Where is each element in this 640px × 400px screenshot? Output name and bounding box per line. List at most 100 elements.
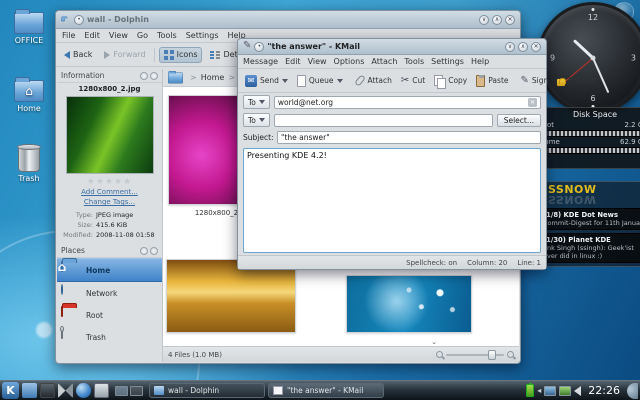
copy-button[interactable]: Copy [431,73,470,89]
pager-desktop-1[interactable] [115,386,128,396]
display-tray-icon[interactable] [544,386,556,396]
file-cabinet-icon[interactable] [94,383,109,398]
analog-clock-widget[interactable]: 12 3 6 9 [537,2,640,114]
to-recipient-combo[interactable]: To [243,113,270,127]
window-menu-icon[interactable]: • [74,15,84,25]
breadcrumb-item-home[interactable]: Home [201,73,225,82]
menu-settings[interactable]: Settings [431,57,464,66]
forward-button[interactable]: Forward [100,48,149,61]
task-button-dolphin[interactable]: wall - Dolphin [149,383,265,398]
places-item-network[interactable]: Network [57,282,162,304]
menu-message[interactable]: Message [243,57,278,66]
volume-icon[interactable] [574,386,581,396]
paste-button[interactable]: Paste [473,73,511,89]
minimize-icon[interactable]: ∨ [505,42,515,52]
icons-view-button[interactable]: Icons [159,47,203,63]
maximize-icon[interactable]: ∧ [518,42,528,52]
battery-icon[interactable] [526,384,534,397]
zoom-slider-track[interactable] [446,354,504,356]
breadcrumb-root-icon[interactable] [168,72,183,83]
rating-stars[interactable]: ★★★★★ [57,177,162,187]
network-tray-icon[interactable] [559,386,571,396]
wallpaper-thumbnail-landscape[interactable] [166,259,296,333]
menu-file[interactable]: File [62,31,75,40]
change-tags-link[interactable]: Change Tags... [57,197,162,207]
wallpaper-orb-small [36,322,52,338]
back-arrow-icon [64,51,70,59]
to-address-field-2[interactable] [274,114,493,127]
select-recipient-button[interactable]: Select... [497,114,541,127]
panel-cashew-icon[interactable] [627,383,638,399]
menu-help[interactable]: Help [471,57,489,66]
queue-button[interactable]: Queue [294,73,346,89]
scrollbar-down-icon[interactable]: ⌄ [431,338,437,346]
system-launcher-icon[interactable] [22,383,37,398]
kmail-window[interactable]: ✎ • "the answer" - KMail ∨ ∧ ✕ Message E… [237,38,547,270]
menu-view[interactable]: View [109,31,128,40]
desktop-icon-trash[interactable]: Trash [6,146,52,183]
meta-label: Modified: [60,231,96,239]
menu-attach[interactable]: Attach [371,57,397,66]
attach-button[interactable]: Attach [352,73,395,88]
menu-edit[interactable]: Edit [84,31,100,40]
dolphin-titlebar[interactable]: • wall - Dolphin ∨ ∧ ✕ [56,11,520,29]
zoom-slider-handle[interactable] [488,350,496,360]
rssnow-widget[interactable]: RSSNOW RSSNOW (1/8) KDE Dot News Commit-… [534,181,640,267]
panel-close-icon[interactable] [150,247,158,255]
kmail-titlebar[interactable]: ✎ • "the answer" - KMail ∨ ∧ ✕ [238,39,546,55]
panel-close-icon[interactable] [150,72,158,80]
to-recipient-combo[interactable]: To [243,95,270,109]
desktop-icon-label: Home [6,104,52,113]
menu-settings[interactable]: Settings [186,31,219,40]
back-button[interactable]: Back [60,48,96,61]
sign-button[interactable]: ✎ Sign [518,74,552,88]
cut-button[interactable]: ✂ Cut [398,74,428,88]
places-item-trash[interactable]: Trash [57,326,162,348]
system-settings-icon[interactable] [58,383,73,398]
desktop-icon-office[interactable]: OFFICE [6,12,52,45]
disk-space-widget[interactable]: Disk Space root 2.2 GiB home 62.9 GiB [534,107,640,169]
disk-usage-bar [540,130,640,137]
to-address-field[interactable]: world@net.org ✕ [274,96,541,109]
rss-feed-item[interactable]: (1/8) KDE Dot News Commit-Digest for 11t… [539,208,640,230]
zoom-slider[interactable] [436,351,514,358]
subject-field[interactable]: "the answer" [277,131,541,144]
menu-tools[interactable]: Tools [404,57,424,66]
menu-options[interactable]: Options [334,57,365,66]
desktop-icon-home[interactable]: ⌂ Home [6,80,52,113]
rss-feed-text: ank Singh (ssingh): Geek'ist ever did in… [543,244,640,260]
window-menu-icon[interactable]: • [254,42,264,52]
tray-expander-icon[interactable]: ◂ [537,386,541,395]
digital-clock[interactable]: 22:26 [584,384,624,397]
mail-icon [273,386,283,395]
zoom-in-icon[interactable] [507,351,514,358]
encrypt-button[interactable]: Encrypt [554,73,600,88]
close-icon[interactable]: ✕ [505,15,515,25]
menu-view[interactable]: View [308,57,327,66]
kmenu-launcher-icon[interactable]: K [2,382,19,399]
menu-go[interactable]: Go [137,31,148,40]
send-button[interactable]: ✉ Send [242,73,291,89]
places-item-home[interactable]: ⌂ Home [57,258,162,282]
clear-field-icon[interactable]: ✕ [528,98,537,107]
browser-globe-icon[interactable] [76,383,91,398]
subject-label: Subject: [243,133,273,142]
close-icon[interactable]: ✕ [531,42,541,52]
panel-float-icon[interactable] [140,72,148,80]
maximize-icon[interactable]: ∧ [492,15,502,25]
message-body-editor[interactable]: Presenting KDE 4.2! [243,148,541,253]
add-comment-link[interactable]: Add Comment... [57,187,162,197]
menu-edit[interactable]: Edit [285,57,301,66]
menu-tools[interactable]: Tools [157,31,177,40]
places-item-root[interactable]: Root [57,304,162,326]
wallpaper-thumbnail-bokeh[interactable] [346,275,472,333]
rss-feed-item[interactable]: (1/30) Planet KDE ank Singh (ssingh): Ge… [539,233,640,263]
panel-float-icon[interactable] [140,247,148,255]
task-button-kmail[interactable]: "the answer" - KMail [268,383,384,398]
zoom-out-icon[interactable] [436,351,443,358]
dolphin-statusbar: 4 Files (1.0 MB) [163,346,519,362]
meta-label: Type: [60,211,96,219]
minimize-icon[interactable]: ∨ [479,15,489,25]
pager-desktop-2[interactable] [130,386,143,396]
display-launcher-icon[interactable] [40,383,55,398]
